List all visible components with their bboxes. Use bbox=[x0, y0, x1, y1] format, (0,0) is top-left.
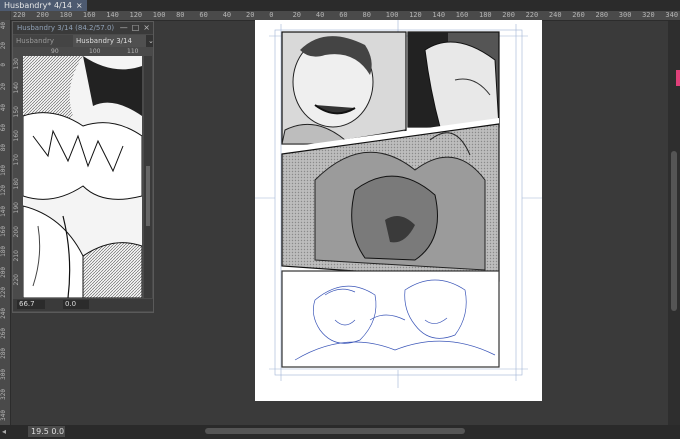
color-marker bbox=[676, 70, 680, 86]
ruler-label: 40 bbox=[0, 103, 7, 111]
ruler-label: 240 bbox=[548, 11, 562, 19]
ruler-label: 140 bbox=[13, 82, 20, 94]
ruler-label: 60 bbox=[0, 124, 7, 132]
close-icon[interactable]: × bbox=[76, 1, 83, 10]
ruler-label: 300 bbox=[0, 368, 7, 380]
ruler-label: 100 bbox=[0, 164, 7, 176]
ruler-label: 40 bbox=[315, 11, 325, 19]
zoom-value: 19.5 bbox=[31, 427, 49, 436]
zoom-field[interactable]: 19.5 0.0 bbox=[28, 426, 65, 437]
vertical-ruler: 40 20 0 20 40 60 80 100 120 140 160 180 200 220 240 260… bbox=[0, 20, 11, 425]
ruler-label: 150 bbox=[13, 106, 20, 118]
ruler-label: 180 bbox=[59, 11, 73, 19]
ruler-label: 0 bbox=[269, 11, 274, 19]
minimize-icon[interactable]: — bbox=[120, 23, 128, 32]
ruler-label: 220 bbox=[13, 11, 26, 19]
sub-angle-field[interactable]: 0.0 bbox=[63, 300, 89, 309]
sub-view-window[interactable]: Husbandry 3/14 (84.2/57.0) — □ × Husbandry… bbox=[12, 21, 154, 313]
ruler-label: 200 bbox=[0, 266, 7, 278]
window-buttons: — □ × bbox=[116, 22, 150, 34]
sub-artwork-drawing bbox=[23, 56, 142, 298]
horizontal-scrollbar[interactable] bbox=[205, 428, 465, 434]
ruler-label: 80 bbox=[176, 11, 185, 19]
ruler-label: 130 bbox=[13, 58, 20, 70]
ruler-label: 80 bbox=[0, 144, 7, 152]
ruler-label: 140 bbox=[432, 11, 446, 19]
ruler-label: 160 bbox=[0, 226, 7, 237]
chevron-down-icon[interactable]: ⌄ bbox=[145, 35, 156, 47]
sub-horizontal-ruler: 90 100 110 bbox=[23, 48, 151, 56]
tab-husbandry-3-14[interactable]: Husbandry 3/14 bbox=[73, 35, 146, 47]
close-icon[interactable]: × bbox=[143, 23, 150, 32]
ruler-label: 340 bbox=[665, 11, 679, 19]
ruler-label: 160 bbox=[455, 11, 469, 19]
ruler-label: 180 bbox=[13, 178, 20, 190]
ruler-label: 210 bbox=[13, 250, 20, 262]
ruler-label: 100 bbox=[152, 11, 166, 19]
ruler-label: 80 bbox=[362, 11, 371, 19]
ruler-label: 140 bbox=[106, 11, 119, 19]
sub-zoom-field[interactable]: 66.7 bbox=[17, 300, 45, 309]
ruler-label: 160 bbox=[82, 11, 96, 19]
ruler-label: 20 bbox=[292, 11, 302, 19]
ruler-label: 200 bbox=[36, 11, 49, 19]
ruler-label: 120 bbox=[0, 185, 7, 197]
ruler-label: 280 bbox=[595, 11, 609, 19]
ruler-label: 140 bbox=[0, 205, 7, 217]
sub-scrollbar-thumb[interactable] bbox=[146, 166, 150, 226]
sub-view-artwork[interactable] bbox=[23, 56, 142, 298]
ruler-label: 20 bbox=[0, 83, 7, 91]
ruler-label: 60 bbox=[339, 11, 348, 19]
collapse-arrow-icon[interactable]: ◂ bbox=[2, 425, 12, 439]
ruler-label: 340 bbox=[0, 409, 7, 421]
ruler-label: 110 bbox=[127, 48, 139, 55]
ruler-label: 280 bbox=[0, 348, 7, 360]
ruler-label: 170 bbox=[13, 154, 20, 166]
ruler-label: 120 bbox=[409, 11, 422, 19]
document-tab-title: Husbandry* 4/14 bbox=[4, 1, 72, 10]
ruler-label: 300 bbox=[618, 11, 632, 19]
ruler-label: 20 bbox=[0, 42, 7, 50]
ruler-label: 200 bbox=[13, 226, 20, 238]
document-tab[interactable]: Husbandry* 4/14 × bbox=[0, 0, 87, 11]
scrollbar-thumb[interactable] bbox=[671, 151, 677, 311]
ruler-corner bbox=[0, 11, 10, 20]
ruler-label: 220 bbox=[525, 11, 539, 19]
ruler-label: 20 bbox=[246, 11, 255, 19]
sub-scrollbar[interactable] bbox=[144, 56, 152, 298]
ruler-label: 200 bbox=[502, 11, 515, 19]
ruler-label: 120 bbox=[129, 11, 143, 19]
maximize-icon[interactable]: □ bbox=[132, 23, 140, 32]
sub-window-tabs: Husbandry Husbandry 3/14 ⌄ bbox=[13, 35, 156, 47]
ruler-label: 60 bbox=[199, 11, 208, 19]
ruler-label: 320 bbox=[642, 11, 655, 19]
ruler-label: 40 bbox=[222, 11, 232, 19]
ruler-label: 220 bbox=[0, 287, 7, 299]
ruler-label: 260 bbox=[0, 328, 7, 339]
ruler-label: 0 bbox=[0, 62, 7, 67]
ruler-label: 160 bbox=[13, 130, 20, 142]
ruler-label: 260 bbox=[572, 11, 585, 19]
ruler-label: 90 bbox=[51, 48, 59, 55]
tab-husbandry[interactable]: Husbandry bbox=[13, 35, 74, 47]
ruler-label: 240 bbox=[0, 307, 7, 319]
comic-page-artwork bbox=[255, 20, 542, 388]
ruler-label: 100 bbox=[89, 48, 101, 55]
ruler-label: 100 bbox=[385, 11, 399, 19]
ruler-label: 180 bbox=[479, 11, 492, 19]
angle-value: 0.0 bbox=[51, 427, 65, 436]
ruler-label: 190 bbox=[13, 202, 20, 214]
canvas-page[interactable] bbox=[255, 20, 542, 401]
ruler-label: 220 bbox=[13, 274, 20, 286]
ruler-label: 40 bbox=[0, 22, 7, 30]
ruler-label: 320 bbox=[0, 389, 7, 401]
sub-vertical-ruler: 130 140 150 160 170 180 190 200 210 220 bbox=[13, 56, 22, 298]
document-tab-bar: Husbandry* 4/14 × bbox=[0, 0, 680, 11]
ruler-label: 180 bbox=[0, 246, 7, 258]
